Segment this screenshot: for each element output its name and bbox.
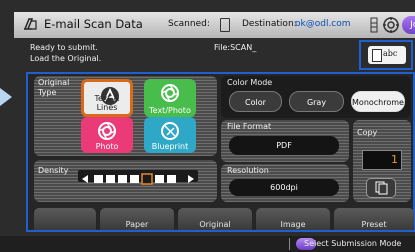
email-scan-icon bbox=[22, 16, 38, 32]
destination-label: Destination: bbox=[242, 19, 297, 29]
status-message: Ready to submit. bbox=[30, 43, 98, 52]
original-type-label-2: Type bbox=[38, 88, 57, 97]
blueprint-icon bbox=[160, 121, 180, 141]
scanned-count-icon bbox=[220, 18, 230, 32]
scan-settings-panel: Original Type Text & Lines Text/Photo Ph… bbox=[26, 72, 415, 232]
color-mode-label: Color Mode bbox=[227, 78, 273, 87]
text-lines-label: Text & Lines bbox=[94, 94, 120, 112]
text-photo-button[interactable]: Text/Photo bbox=[144, 79, 196, 117]
color-mode-gray-button[interactable]: Gray bbox=[289, 91, 344, 112]
title-bar: E-mail Scan Data Scanned: Destination: o… bbox=[14, 12, 415, 38]
preview-label: abc bbox=[383, 49, 398, 58]
text-lines-button[interactable]: Text & Lines bbox=[81, 79, 133, 117]
tab-image[interactable]: Image bbox=[256, 208, 330, 230]
file-format-select[interactable]: PDF bbox=[229, 136, 339, 155]
density-label: Density bbox=[38, 166, 69, 175]
file-format-section: File Format PDF bbox=[221, 120, 349, 162]
destination-value: ok@odl.com bbox=[295, 19, 351, 29]
color-mode-section: Color Mode Color Gray Monochrome bbox=[221, 76, 411, 118]
app-title: E-mail Scan Data bbox=[44, 17, 143, 31]
resolution-section: Resolution 600dpi bbox=[221, 164, 349, 202]
density-slider[interactable] bbox=[78, 170, 198, 185]
copy-section: Copy 1 bbox=[353, 120, 411, 202]
color-mode-color-button[interactable]: Color bbox=[229, 91, 282, 112]
density-increase-arrow-icon bbox=[188, 175, 194, 183]
text-photo-icon bbox=[160, 83, 180, 103]
scanned-label: Scanned: bbox=[168, 19, 210, 29]
resolution-label: Resolution bbox=[227, 166, 269, 175]
density-decrease-arrow-icon bbox=[82, 175, 88, 183]
select-submission-mode-button[interactable]: Select Submission Mode bbox=[304, 239, 401, 248]
hdd-icon bbox=[370, 17, 378, 33]
job-button[interactable]: Job bbox=[402, 16, 415, 34]
color-mode-monochrome-button[interactable]: Monochrome bbox=[351, 91, 405, 112]
file-name: File:SCAN_ bbox=[214, 43, 257, 52]
density-section: Density bbox=[34, 160, 217, 202]
copy-settings-button[interactable] bbox=[366, 178, 396, 198]
status-instruction: Load the Original. bbox=[30, 54, 102, 63]
tab-original[interactable]: Original bbox=[178, 208, 252, 230]
copy-icon bbox=[375, 181, 388, 195]
tab-paper[interactable]: Paper bbox=[100, 208, 174, 230]
copy-count-display[interactable]: 1 bbox=[362, 150, 402, 170]
text-photo-label: Text/Photo bbox=[149, 106, 191, 115]
tab-basic[interactable] bbox=[34, 208, 96, 230]
footer-divider bbox=[289, 238, 290, 250]
settings-tabs: Paper Original Image Preset bbox=[34, 208, 414, 230]
camera-shutter-icon bbox=[97, 121, 117, 141]
blueprint-button[interactable]: Blueprint bbox=[144, 117, 196, 153]
blueprint-label: Blueprint bbox=[151, 142, 189, 151]
file-format-label: File Format bbox=[227, 122, 272, 131]
photo-label: Photo bbox=[95, 142, 119, 151]
copy-label: Copy bbox=[357, 128, 378, 137]
original-type-section: Original Type Text & Lines Text/Photo Ph… bbox=[34, 76, 217, 156]
resolution-select[interactable]: 600dpi bbox=[229, 179, 339, 196]
pointer-arrow-icon bbox=[0, 88, 12, 106]
document-icon bbox=[372, 49, 382, 62]
gear-icon[interactable] bbox=[382, 16, 400, 34]
photo-button[interactable]: Photo bbox=[81, 117, 133, 153]
tab-preset[interactable]: Preset bbox=[334, 208, 414, 230]
original-type-label: Original bbox=[38, 78, 70, 87]
preview-button[interactable]: abc bbox=[368, 46, 406, 64]
